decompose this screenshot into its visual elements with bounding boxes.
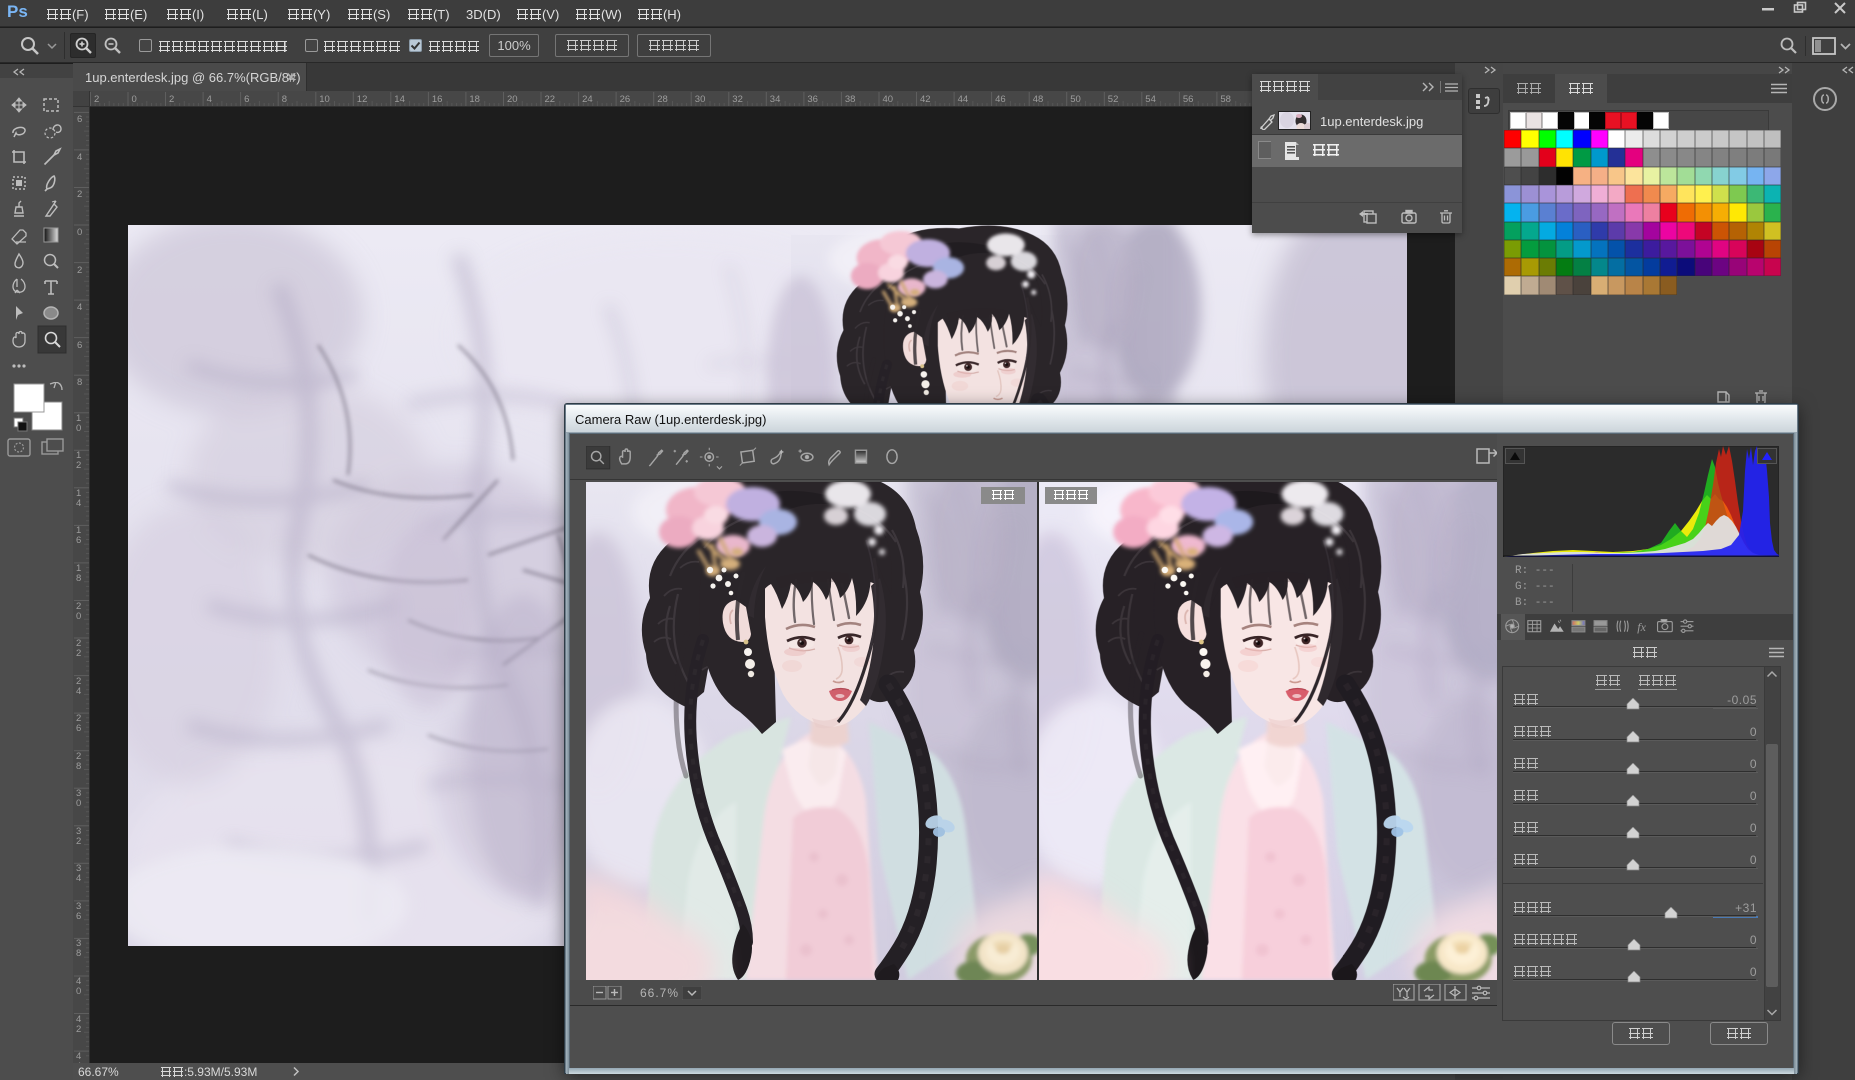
svg-text:4: 4 [207,94,212,105]
svg-text:0: 0 [132,94,137,105]
svg-text:8: 8 [77,377,82,388]
svg-text:54: 54 [1145,94,1156,105]
svg-text:2: 2 [94,94,99,105]
svg-text:2: 2 [77,189,82,200]
svg-text:2: 2 [76,836,81,847]
svg-text:14: 14 [394,94,405,105]
svg-text:4: 4 [76,686,81,697]
svg-text:48: 48 [1033,94,1044,105]
svg-text:2: 2 [169,94,174,105]
svg-text:6: 6 [76,535,81,546]
svg-text:0: 0 [76,611,81,622]
svg-text:32: 32 [732,94,743,105]
svg-text:24: 24 [582,94,593,105]
svg-text:6: 6 [77,340,82,351]
svg-text:4: 4 [77,302,82,313]
svg-text:34: 34 [770,94,781,105]
svg-text:6: 6 [76,723,81,734]
svg-text:8: 8 [76,761,81,772]
svg-text:38: 38 [845,94,856,105]
svg-text:52: 52 [1108,94,1119,105]
svg-text:44: 44 [958,94,969,105]
svg-text:18: 18 [469,94,480,105]
svg-text:2: 2 [76,460,81,471]
svg-text:2: 2 [77,265,82,276]
svg-text:50: 50 [1070,94,1081,105]
svg-text:6: 6 [76,911,81,922]
svg-text:36: 36 [807,94,818,105]
svg-text:4: 4 [77,152,82,163]
svg-text:2: 2 [76,1024,81,1035]
svg-text:8: 8 [282,94,287,105]
svg-text:0: 0 [77,227,82,238]
svg-text:10: 10 [319,94,330,105]
svg-text:22: 22 [545,94,556,105]
svg-text:2: 2 [76,648,81,659]
svg-text:16: 16 [432,94,443,105]
svg-text:6: 6 [77,114,82,125]
svg-text:8: 8 [76,573,81,584]
svg-text:0: 0 [76,423,81,434]
svg-text:20: 20 [507,94,518,105]
svg-text:12: 12 [357,94,368,105]
svg-text:6: 6 [244,94,249,105]
svg-text:42: 42 [920,94,931,105]
svg-text:56: 56 [1183,94,1194,105]
svg-text:4: 4 [76,498,81,509]
svg-text:28: 28 [657,94,668,105]
svg-text:40: 40 [883,94,894,105]
svg-text:0: 0 [76,798,81,809]
svg-text:58: 58 [1220,94,1231,105]
svg-text:30: 30 [695,94,706,105]
svg-text:fx: fx [1637,620,1646,634]
svg-text:26: 26 [620,94,631,105]
svg-text:8: 8 [76,948,81,959]
svg-text:0: 0 [76,986,81,997]
svg-text:46: 46 [995,94,1006,105]
svg-text:4: 4 [76,873,81,884]
